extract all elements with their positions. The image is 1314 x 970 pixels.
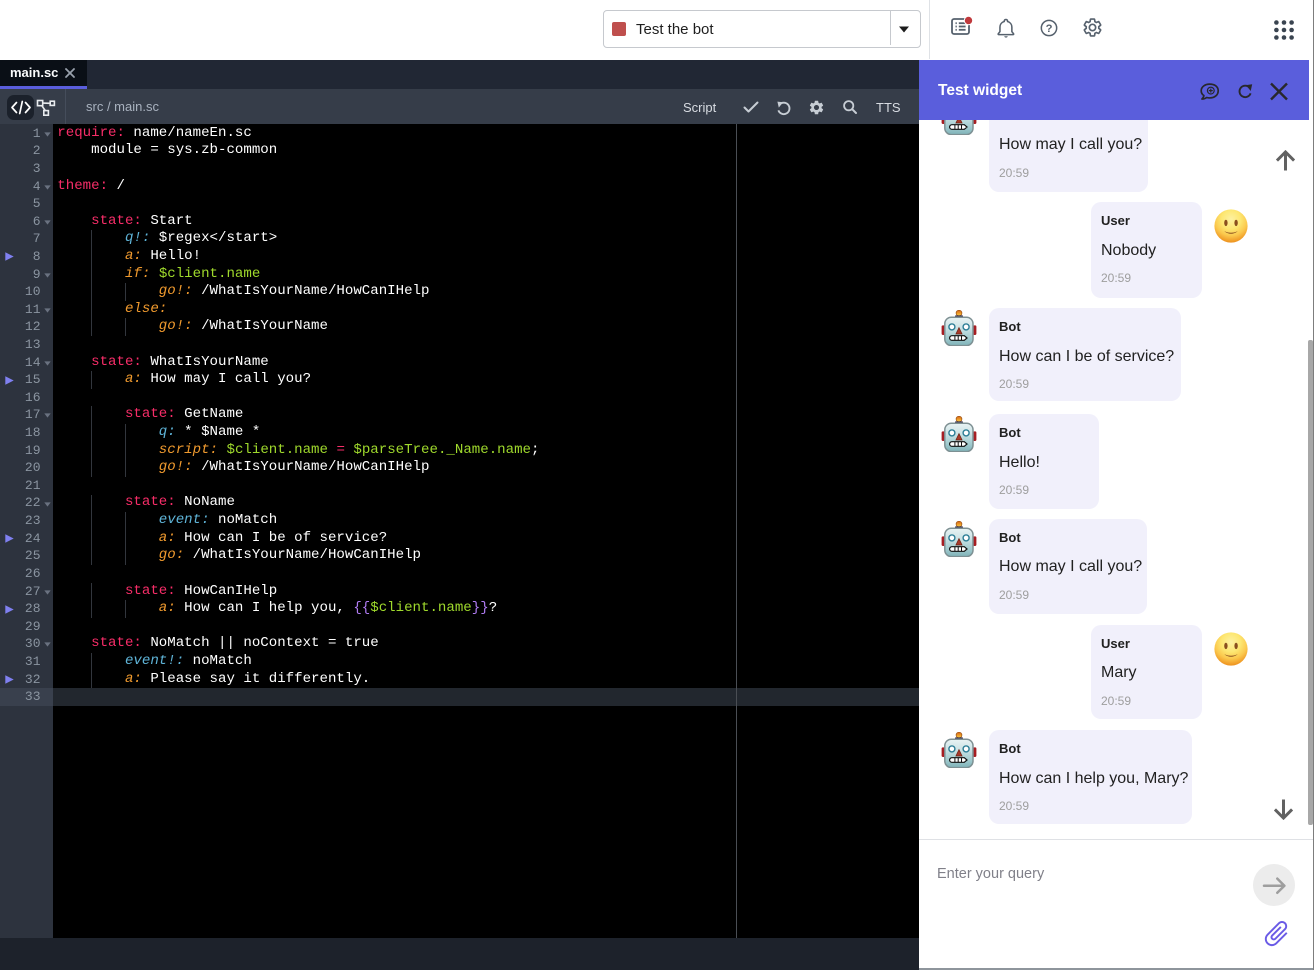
svg-text:?: ?: [1046, 23, 1053, 35]
